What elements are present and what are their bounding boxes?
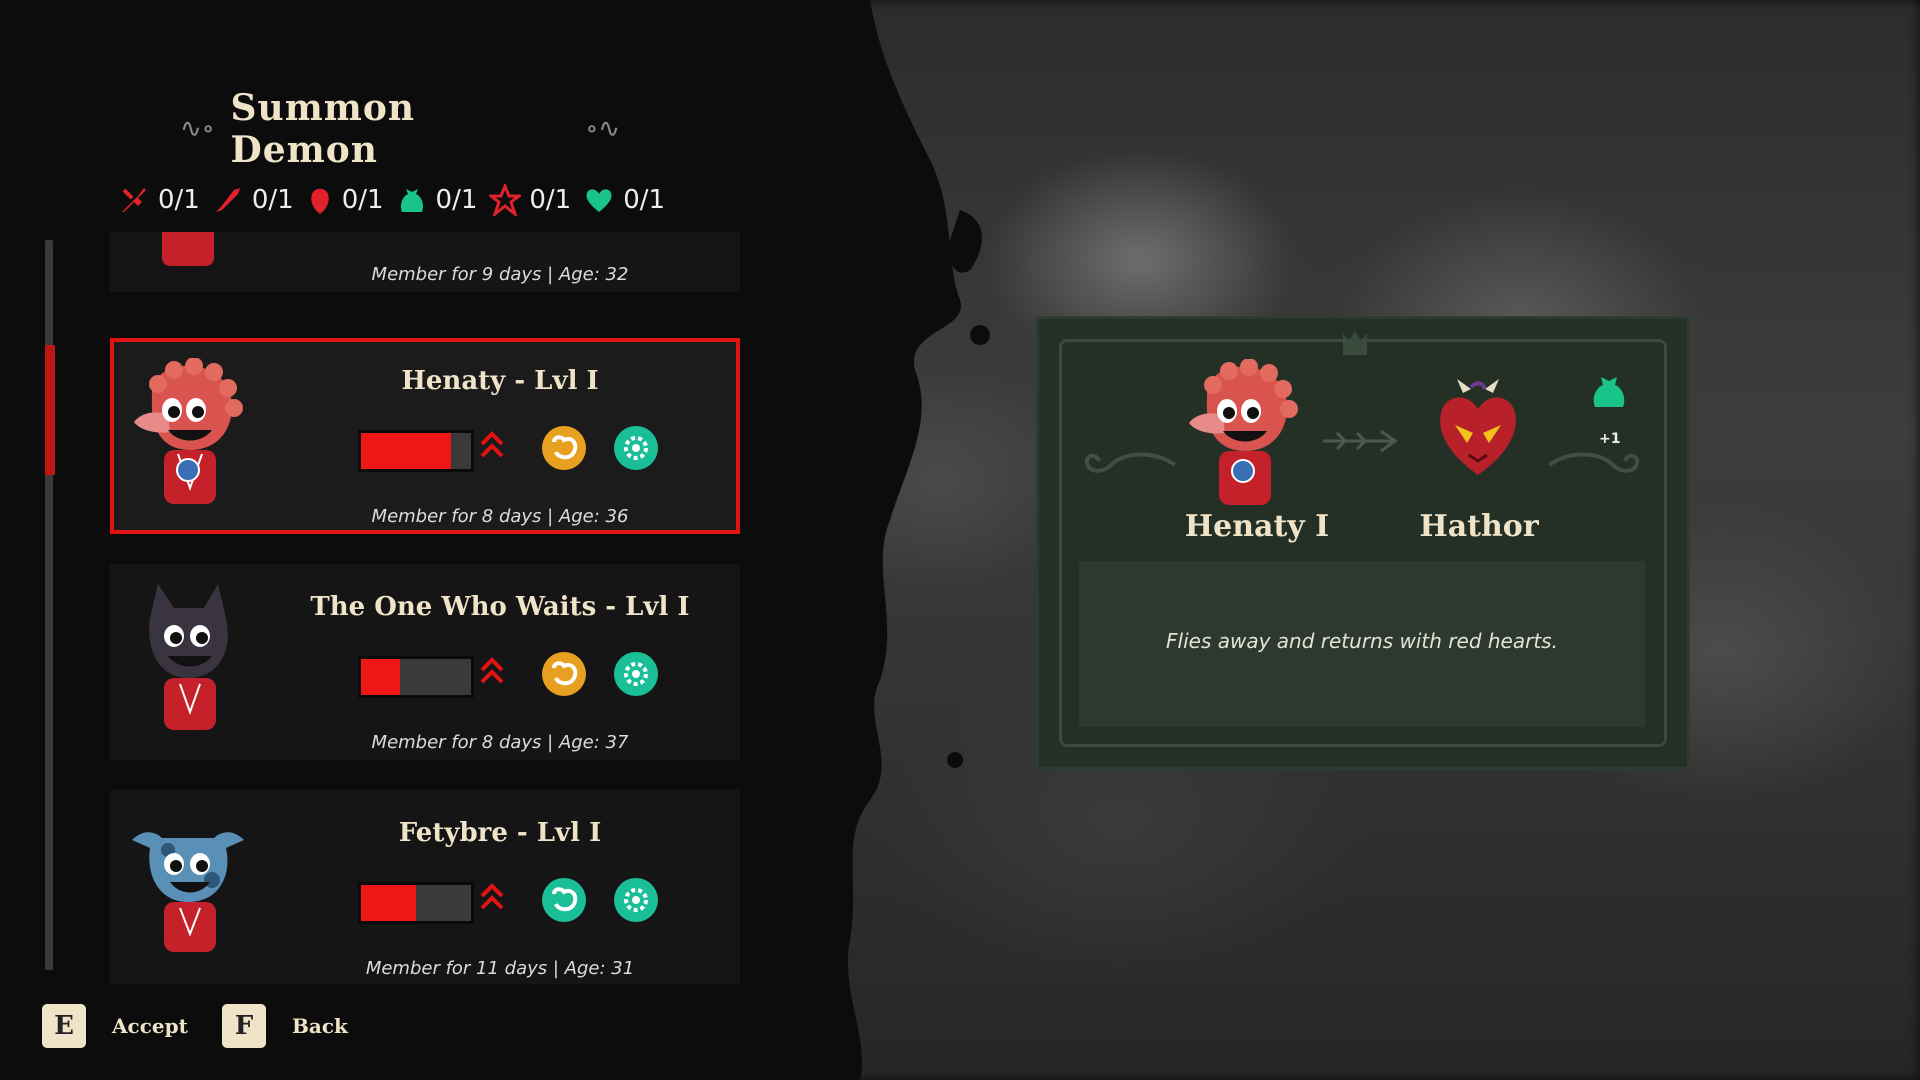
red-star-icon bbox=[489, 184, 522, 216]
follower-meta: Member for 8 days | Age: 36 bbox=[371, 506, 629, 527]
requirement-counters: 0/1 0/1 0/1 0/1 0/1 0/1 bbox=[118, 180, 665, 220]
sword-shield-icon bbox=[122, 188, 146, 212]
hedgehog-follower-avatar bbox=[128, 357, 248, 512]
page-title: Summon Demon bbox=[230, 87, 416, 171]
level-bar bbox=[358, 430, 474, 472]
stomach-trait-icon bbox=[542, 652, 586, 696]
green-heart-icon bbox=[586, 189, 612, 212]
follower-meta: Member for 8 days | Age: 37 bbox=[371, 732, 629, 753]
follower-name-label: Henaty I bbox=[1184, 509, 1330, 544]
stomach-trait-icon bbox=[542, 426, 586, 470]
gear-icon bbox=[614, 878, 658, 922]
follower-card-selected[interactable]: Henaty - Lvl I Member for 8 days | Age: … bbox=[110, 338, 740, 534]
follower-name: Fetybre - Lvl I bbox=[398, 818, 602, 848]
stomach-trait-icon bbox=[542, 878, 586, 922]
follower-meta: Member for 11 days | Age: 31 bbox=[365, 958, 635, 979]
green-pouch-icon bbox=[1593, 377, 1625, 407]
level-up-chevron-icon bbox=[480, 883, 504, 910]
follower-card[interactable]: Member for 9 days | Age: 32 bbox=[110, 232, 740, 292]
scrollbar-thumb[interactable] bbox=[45, 345, 55, 475]
level-up-chevron-icon bbox=[480, 657, 504, 684]
demon-portrait bbox=[1433, 379, 1523, 483]
counter-value: 0/1 bbox=[251, 185, 294, 215]
counter-dagger: 0/1 bbox=[212, 184, 294, 216]
follower-avatar bbox=[128, 232, 248, 270]
follower-name: The One Who Waits - Lvl I bbox=[310, 592, 690, 622]
counter-value: 0/1 bbox=[435, 185, 478, 215]
f-key-icon: F bbox=[222, 1004, 266, 1048]
title-bar: ∿∘ Summon Demon ∘∿ bbox=[180, 87, 620, 171]
counter-sword: 0/1 bbox=[118, 184, 200, 216]
dagger-icon bbox=[215, 188, 240, 212]
follower-meta: Member for 9 days | Age: 32 bbox=[371, 264, 629, 285]
follower-portrait bbox=[1183, 358, 1303, 513]
left-flourish-icon: ∿∘ bbox=[180, 114, 215, 144]
crown-ornament-icon bbox=[1343, 331, 1367, 355]
level-bar bbox=[358, 656, 474, 698]
demon-description: Flies away and returns with red hearts. bbox=[1166, 629, 1558, 653]
counter-value: 0/1 bbox=[158, 185, 200, 215]
description-box: Flies away and returns with red hearts. bbox=[1079, 561, 1645, 727]
follower-card[interactable]: The One Who Waits - Lvl I Member for 8 d… bbox=[110, 564, 740, 760]
gear-icon bbox=[614, 426, 658, 470]
back-label: Back bbox=[292, 1014, 348, 1038]
arrow-right-icon bbox=[1323, 429, 1398, 453]
e-key-icon: E bbox=[42, 1004, 86, 1048]
follower-card[interactable]: Fetybre - Lvl I Member for 11 days | Age… bbox=[110, 790, 740, 984]
counter-star: 0/1 bbox=[489, 184, 571, 216]
green-pouch-icon bbox=[400, 189, 423, 212]
blood-drop-icon bbox=[310, 188, 329, 214]
back-prompt[interactable]: F Back bbox=[222, 1004, 348, 1048]
level-up-chevron-icon bbox=[480, 431, 504, 458]
follower-list: Member for 9 days | Age: 32 Henaty - Lvl… bbox=[100, 232, 750, 984]
bonus-amount: +1 bbox=[1599, 431, 1621, 447]
counter-blood: 0/1 bbox=[306, 184, 384, 216]
follower-name: Henaty - Lvl I bbox=[401, 366, 599, 396]
left-flourish-icon bbox=[1084, 452, 1177, 473]
counter-pouch: 0/1 bbox=[396, 184, 478, 216]
demon-name-label: Hathor bbox=[1419, 509, 1539, 544]
counter-value: 0/1 bbox=[341, 185, 384, 215]
right-flourish-icon: ∘∿ bbox=[585, 114, 620, 144]
level-bar bbox=[358, 882, 474, 924]
counter-heart: 0/1 bbox=[583, 184, 665, 216]
gear-icon bbox=[614, 652, 658, 696]
counter-value: 0/1 bbox=[529, 185, 572, 215]
right-flourish-icon bbox=[1547, 452, 1640, 473]
counter-value: 0/1 bbox=[623, 185, 666, 215]
cow-follower-avatar bbox=[128, 810, 248, 964]
wolf-follower-avatar bbox=[128, 584, 248, 738]
accept-label: Accept bbox=[112, 1014, 188, 1038]
demon-detail-panel: +1 Henaty I Hathor Flies away and return… bbox=[1036, 316, 1690, 770]
accept-prompt[interactable]: E Accept bbox=[42, 1004, 188, 1048]
